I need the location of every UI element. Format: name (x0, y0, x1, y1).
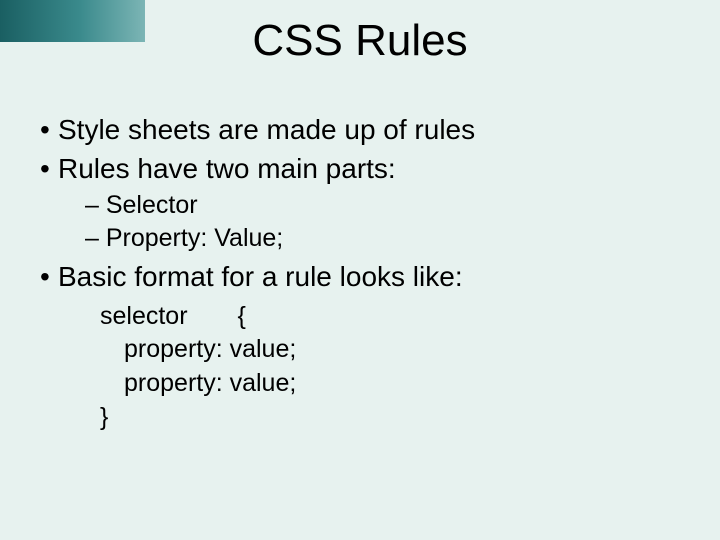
code-line: property: value; (100, 333, 690, 367)
code-block: selector { property: value; property: va… (100, 300, 690, 435)
slide: CSS Rules Style sheets are made up of ru… (0, 0, 720, 540)
code-line: } (100, 401, 690, 435)
slide-body: Style sheets are made up of rules Rules … (30, 108, 690, 435)
bullet-item: Style sheets are made up of rules (30, 112, 690, 147)
bullet-item: Rules have two main parts: (30, 151, 690, 186)
bullet-item: Basic format for a rule looks like: (30, 259, 690, 294)
sub-bullet-item: – Property: Value; (85, 223, 690, 254)
slide-title: CSS Rules (0, 16, 720, 66)
sub-bullet-item: – Selector (85, 190, 690, 221)
code-line: property: value; (100, 367, 690, 401)
code-line: selector { (100, 300, 690, 334)
